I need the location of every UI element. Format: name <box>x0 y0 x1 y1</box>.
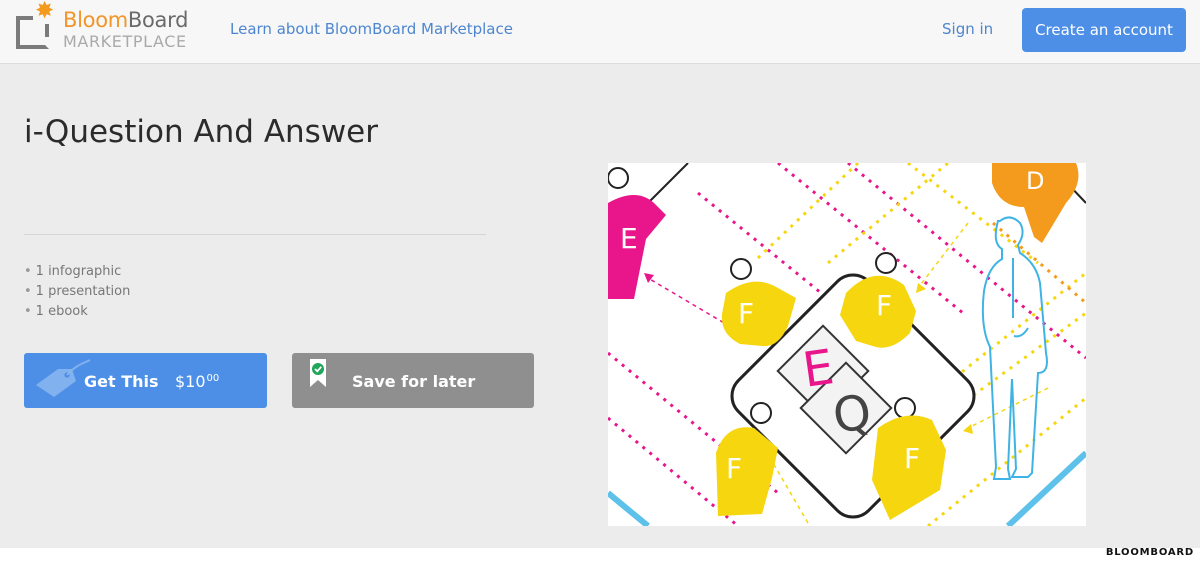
illustration-letter-d: D <box>1026 167 1044 195</box>
sign-in-link[interactable]: Sign in <box>942 20 993 38</box>
create-account-button[interactable]: Create an account <box>1022 8 1186 52</box>
list-item: 1 presentation <box>24 282 131 302</box>
list-item: 1 infographic <box>24 262 130 282</box>
illustration-letter-f: F <box>726 452 742 485</box>
illustration-letter-q: Q <box>830 384 875 445</box>
logo-text-marketplace: MARKETPLACE <box>63 32 187 51</box>
illustration-letter-f: F <box>738 297 754 330</box>
bloomboard-logo[interactable]: ✸ BloomBoard MARKETPLACE <box>16 0 206 56</box>
price-cents: 00 <box>206 373 220 384</box>
logo-text-bloom: Bloom <box>63 8 128 32</box>
bloomboard-watermark: BLOOMBOARD <box>1105 547 1194 558</box>
price-dollars: $10 <box>175 372 206 391</box>
price: $1000 <box>175 372 219 391</box>
save-for-later-button[interactable]: Save for later <box>292 353 534 408</box>
logo-text-board: Board <box>127 8 189 32</box>
get-this-label: Get This <box>84 372 159 391</box>
bookmark-check-icon <box>310 359 326 387</box>
included-items-list: 1 infographic 1 presentation 1 ebook <box>24 262 131 322</box>
illustration-letter-f: F <box>876 289 892 322</box>
divider <box>24 234 486 235</box>
product-illustration: E Q F F F F E D <box>608 163 1086 526</box>
product-title: i-Question And Answer <box>24 114 379 150</box>
top-header: ✸ BloomBoard MARKETPLACE Learn about Blo… <box>0 0 1200 64</box>
logo-wordmark: BloomBoard MARKETPLACE <box>63 10 188 50</box>
illustration-letter-f: F <box>904 442 920 475</box>
logo-star-icon: ✸ <box>35 0 55 24</box>
footer-strip <box>0 548 1200 561</box>
get-this-button[interactable]: Get This $1000 <box>24 353 267 408</box>
illustration-graphic: E Q F F F F E D <box>608 163 1086 526</box>
save-for-later-label: Save for later <box>352 372 476 391</box>
illustration-letter-e: E <box>620 222 638 255</box>
list-item: 1 ebook <box>24 302 130 322</box>
learn-about-marketplace-link[interactable]: Learn about BloomBoard Marketplace <box>230 20 513 38</box>
